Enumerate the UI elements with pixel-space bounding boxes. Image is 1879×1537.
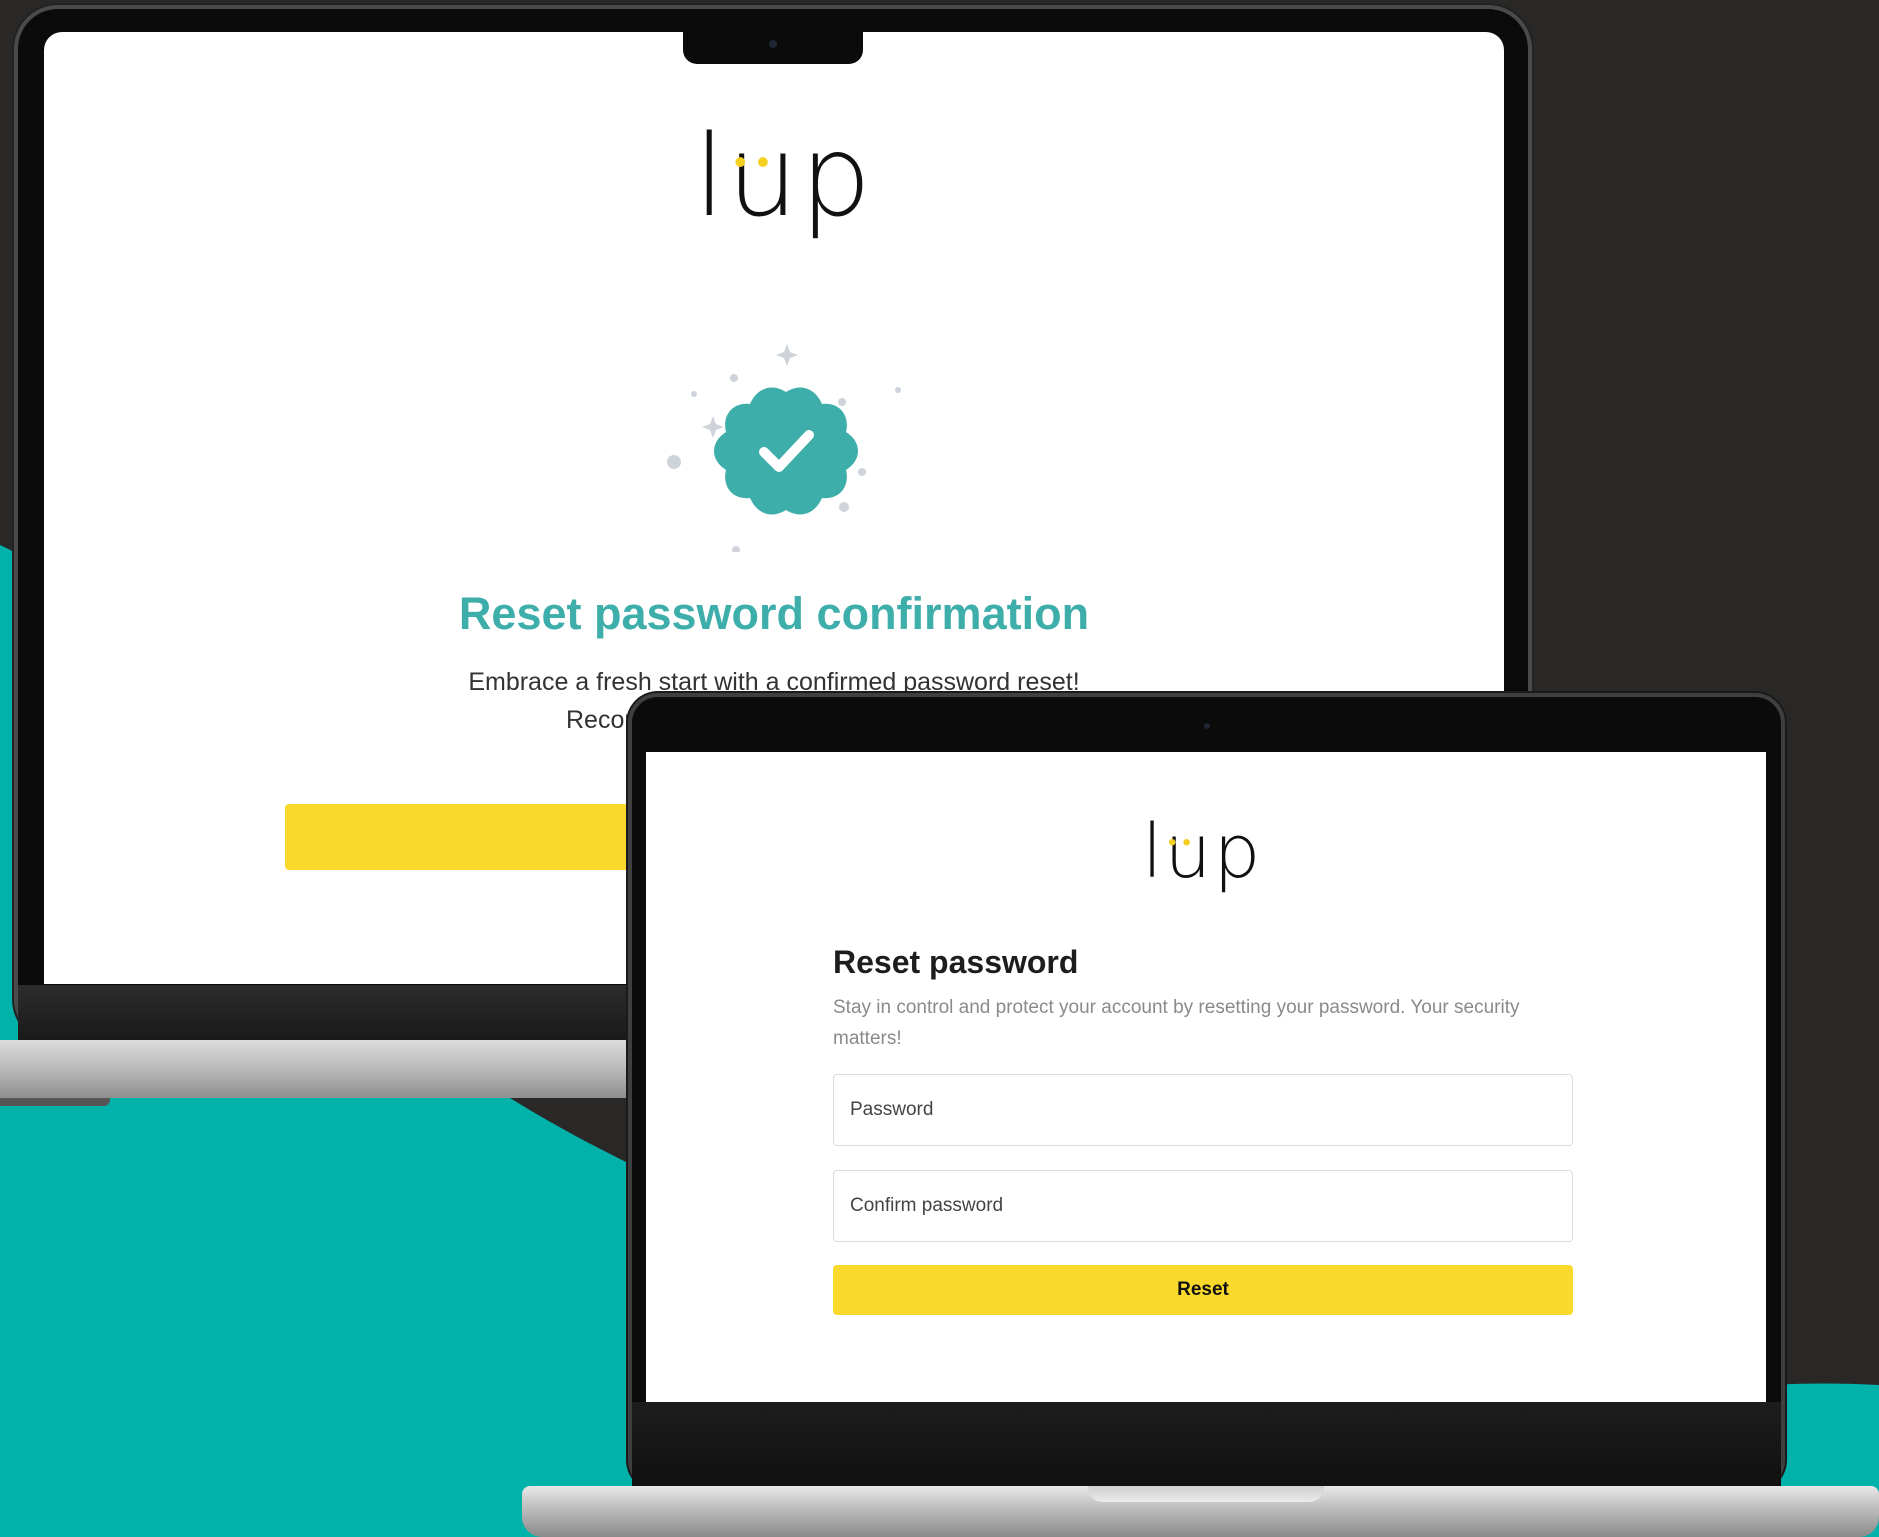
reset-button[interactable]: Reset	[833, 1265, 1573, 1315]
lup-logo: lup ••	[694, 112, 874, 242]
password-input[interactable]	[833, 1074, 1573, 1146]
back-laptop-foot	[0, 1098, 110, 1106]
reset-password-title: Reset password	[833, 944, 1079, 980]
back-laptop-notch	[683, 28, 863, 64]
reset-password-description: Stay in control and protect your account…	[833, 997, 1520, 1049]
front-laptop-notch	[1140, 711, 1275, 743]
reset-password-screen: lup •• Reset password Stay in control an…	[646, 752, 1766, 1402]
confirmation-subtitle-line2: Recor	[566, 706, 633, 734]
check-badge-icon	[667, 344, 901, 552]
back-laptop-base	[0, 1040, 700, 1098]
lup-logo: lup ••	[1142, 809, 1263, 895]
camera-icon	[1204, 723, 1210, 729]
front-laptop-chin	[632, 1402, 1781, 1486]
confirmation-title: Reset password confirmation	[458, 588, 1090, 639]
front-laptop-lid-notch	[1088, 1486, 1324, 1502]
confirm-password-input[interactable]	[833, 1170, 1573, 1242]
camera-icon	[769, 40, 777, 48]
